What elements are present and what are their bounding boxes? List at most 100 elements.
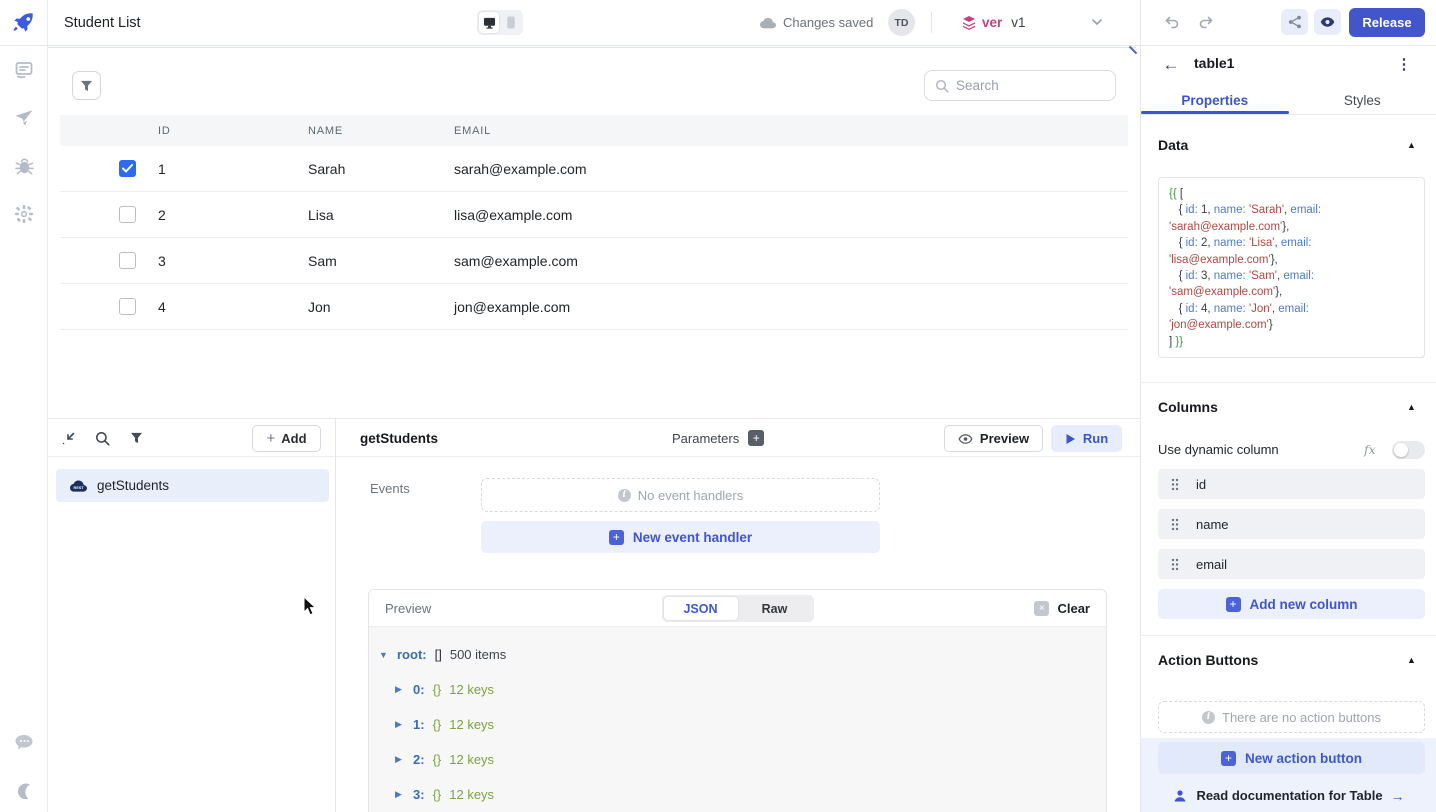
drag-handle-icon[interactable] [1171, 518, 1179, 531]
version-selector[interactable]: ver v1 [961, 0, 1026, 45]
query-name[interactable]: getStudents [360, 419, 438, 457]
editor-icon [14, 60, 34, 80]
divider [1141, 114, 1436, 115]
add-query-button[interactable]: + Add [252, 425, 321, 452]
table-row[interactable]: 2 Lisa lisa@example.com [60, 192, 1128, 238]
triangle-down-icon[interactable]: ▼ [379, 650, 389, 660]
new-action-button-label: New action button [1245, 751, 1362, 766]
run-query-button[interactable]: Run [1051, 425, 1122, 452]
triangle-right-icon[interactable]: ▶ [395, 789, 405, 800]
drag-handle-icon[interactable] [1171, 558, 1179, 571]
search-queries-button[interactable] [93, 429, 111, 447]
drag-handle-icon[interactable] [1171, 478, 1179, 491]
column-header-id[interactable]: ID [158, 125, 171, 137]
json-tree-row[interactable]: ▶1:{}12 keys [369, 707, 1106, 742]
mobile-view-button[interactable] [501, 12, 521, 33]
version-chevron[interactable] [1090, 15, 1104, 34]
collapse-panel-button[interactable] [59, 429, 77, 447]
sidebar-item-editor[interactable] [12, 58, 36, 82]
redo-icon [1196, 12, 1216, 32]
eye-icon [958, 433, 973, 445]
json-tree-row[interactable]: ▶2:{}12 keys [369, 742, 1106, 777]
add-new-column-label: Add new column [1250, 597, 1358, 612]
back-arrow-icon: ← [1163, 55, 1180, 75]
tab-properties[interactable]: Properties [1141, 86, 1289, 114]
triangle-right-icon[interactable]: ▶ [395, 754, 405, 765]
table-search[interactable]: Search [924, 70, 1116, 101]
cell-email: lisa@example.com [454, 192, 572, 237]
table-row[interactable]: 3 Sam sam@example.com [60, 238, 1128, 284]
table-data-editor[interactable]: {{ [ { id: 1, name: 'Sarah', email:'sara… [1158, 177, 1425, 358]
cell-name: Sam [308, 238, 337, 283]
read-documentation-link[interactable]: Read documentation for Table → [1141, 779, 1436, 812]
query-editor-header: getStudents Parameters + Preview Run [336, 419, 1140, 457]
filter-queries-button[interactable] [127, 429, 145, 447]
table-filter-button[interactable] [72, 71, 101, 100]
row-checkbox[interactable] [119, 160, 136, 177]
release-button[interactable]: Release [1349, 8, 1425, 37]
desktop-view-button[interactable] [479, 12, 499, 33]
widget-name[interactable]: table1 [1194, 55, 1234, 71]
column-item-label: email [1196, 557, 1227, 572]
query-preview-button[interactable]: Preview [944, 425, 1043, 452]
tab-json[interactable]: JSON [664, 597, 738, 620]
fx-icon[interactable]: fx [1364, 442, 1376, 457]
column-header-email[interactable]: EMAIL [454, 125, 491, 137]
avatar[interactable]: TD [888, 9, 915, 36]
collapse-section-columns[interactable]: ▲ [1407, 402, 1416, 412]
info-icon: i [1202, 711, 1215, 724]
table-row[interactable]: 4 Jon jon@example.com [60, 284, 1128, 330]
add-new-column-button[interactable]: + Add new column [1158, 589, 1425, 619]
parameters-label: Parameters [672, 431, 739, 446]
column-item-email[interactable]: email [1158, 549, 1425, 579]
json-tree-row[interactable]: ▼root:[]500 items [369, 637, 1106, 672]
table-row[interactable]: 1 Sarah sarah@example.com [60, 146, 1128, 192]
api-cloud-icon: REST [70, 480, 87, 492]
undo-button[interactable] [1162, 12, 1182, 37]
share-icon [1288, 15, 1302, 29]
new-event-handler-button[interactable]: + New event handler [481, 521, 880, 553]
cloud-icon [760, 17, 776, 29]
column-item-name[interactable]: name [1158, 509, 1425, 539]
theme-toggle[interactable] [12, 778, 36, 802]
column-header-name[interactable]: NAME [308, 125, 343, 137]
plus-icon: + [1221, 751, 1236, 766]
row-checkbox[interactable] [119, 206, 136, 223]
triangle-right-icon[interactable]: ▶ [395, 684, 405, 695]
back-button[interactable]: ← [1160, 54, 1182, 76]
table-header: ID NAME EMAIL [60, 115, 1128, 146]
mobile-icon [506, 16, 516, 29]
json-tree-row[interactable]: ▶0:{}12 keys [369, 672, 1106, 707]
no-action-buttons-box: i There are no action buttons [1158, 701, 1425, 733]
row-checkbox[interactable] [119, 252, 136, 269]
column-item-id[interactable]: id [1158, 469, 1425, 499]
collapse-section-data[interactable]: ▲ [1407, 140, 1416, 150]
clear-response-button[interactable]: × Clear [1034, 590, 1090, 627]
json-tree-row[interactable]: ▶3:{}12 keys [369, 777, 1106, 812]
response-preview-header: Preview JSON Raw × Clear [369, 590, 1106, 627]
queries-panel-header: + Add [48, 419, 335, 457]
undo-icon [1162, 12, 1182, 32]
sidebar-item-deploy[interactable] [12, 106, 36, 130]
sidebar-item-debug[interactable] [12, 154, 36, 178]
table-body: 1 Sarah sarah@example.com 2 Lisa lisa@ex… [60, 146, 1128, 330]
panel-tabs: Properties Styles [1141, 86, 1436, 114]
add-parameter-button[interactable]: + [748, 430, 764, 446]
widget-menu-button[interactable]: ⋮ [1394, 53, 1414, 75]
collapse-section-actions[interactable]: ▲ [1407, 655, 1416, 665]
share-button[interactable] [1281, 9, 1308, 35]
tab-styles[interactable]: Styles [1289, 86, 1436, 114]
queries-panel: + Add REST getStudents [48, 418, 336, 812]
triangle-right-icon[interactable]: ▶ [395, 719, 405, 730]
row-checkbox[interactable] [119, 298, 136, 315]
new-action-button[interactable]: + New action button [1158, 742, 1425, 774]
preview-app-button[interactable] [1314, 9, 1341, 35]
sidebar-item-settings[interactable] [12, 202, 36, 226]
sidebar-item-chat[interactable] [12, 730, 36, 754]
app-logo[interactable] [0, 0, 48, 45]
tab-raw[interactable]: Raw [738, 597, 812, 620]
redo-button[interactable] [1196, 12, 1216, 37]
dynamic-column-toggle[interactable] [1392, 441, 1425, 459]
query-list-item-getstudents[interactable]: REST getStudents [56, 469, 329, 502]
dynamic-column-label: Use dynamic column [1158, 442, 1279, 457]
